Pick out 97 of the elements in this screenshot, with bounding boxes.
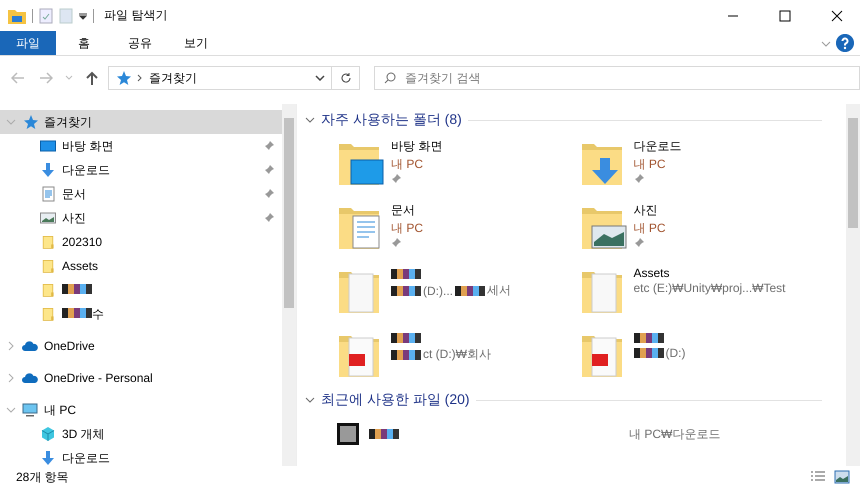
redacted-text	[455, 286, 485, 296]
nav-label: 사진	[62, 210, 87, 226]
nav-label: 다운로드	[62, 162, 111, 178]
nav-item[interactable]: OneDrive - Personal	[0, 366, 282, 390]
expand-chevron-icon[interactable]	[6, 117, 16, 127]
nav-item[interactable]: 다운로드	[0, 158, 282, 182]
back-arrow-icon	[11, 72, 25, 84]
scrollbar[interactable]	[282, 104, 296, 466]
folder-tile[interactable]: (D:)... 세서	[337, 266, 580, 316]
properties-icon[interactable]	[39, 8, 53, 24]
ribbon-tab[interactable]: 보기	[168, 31, 224, 55]
folder-tile[interactable]: 다운로드 내 PC	[580, 138, 822, 188]
nav-label: 3D 개체	[62, 426, 106, 442]
redacted-text	[634, 348, 664, 358]
dropdown-icon[interactable]	[315, 75, 325, 81]
folder-location: 내 PC	[634, 156, 666, 173]
ribbon-tab[interactable]: 홈	[56, 31, 112, 55]
nav-label: 문서	[62, 186, 87, 202]
nav-item[interactable]: 사진	[0, 206, 282, 230]
refresh-button[interactable]	[332, 66, 360, 90]
folder-location: 내 PC	[391, 220, 424, 237]
close-icon	[831, 10, 843, 22]
folder-tile[interactable]: ct (D:)₩회사	[337, 330, 580, 380]
ribbon-tab[interactable]: 파일	[0, 31, 56, 55]
scrollbar[interactable]	[846, 104, 860, 466]
folder-name: 사진	[634, 202, 658, 219]
nav-item[interactable]: 수	[0, 302, 282, 326]
nav-item[interactable]: 다운로드	[0, 446, 282, 466]
nav-item[interactable]: 내 PC	[0, 398, 282, 422]
folder-tile[interactable]: 바탕 화면 내 PC	[337, 138, 580, 188]
star-icon	[22, 114, 38, 130]
nav-item[interactable]: Assets	[0, 254, 282, 278]
folder-icon	[40, 234, 56, 250]
computer-icon	[22, 402, 38, 418]
nav-label: Assets	[62, 259, 100, 273]
star-icon	[115, 70, 131, 86]
folder-icon	[40, 306, 56, 322]
search-icon	[384, 72, 396, 84]
folder-tile[interactable]: (D:)	[580, 330, 822, 380]
folder-icon	[40, 258, 56, 274]
nav-label: 202310	[62, 235, 104, 249]
nav-label: 즐겨찾기	[44, 114, 93, 130]
down-arrow-icon	[40, 162, 56, 178]
file-thumbnail	[337, 423, 359, 445]
large-icons-view-icon[interactable]	[834, 470, 850, 484]
nav-item[interactable]: 3D 개체	[0, 422, 282, 446]
nav-label: OneDrive - Personal	[44, 371, 154, 385]
nav-label: OneDrive	[44, 339, 96, 353]
section-header[interactable]: 최근에 사용한 파일 (20)	[321, 391, 470, 409]
expand-chevron-icon[interactable]	[6, 405, 16, 415]
folder-tile[interactable]: 문서 내 PC	[337, 202, 580, 252]
nav-item[interactable]: 즐겨찾기	[0, 110, 282, 134]
maximize-icon	[779, 10, 791, 22]
folder-location: etc (E:)₩Unity₩proj...₩Test	[634, 281, 786, 295]
folder-location: 내 PC	[391, 156, 424, 173]
search-field[interactable]: 즐겨찾기 검색	[374, 66, 860, 90]
folder-location: ct (D:)₩회사	[423, 346, 491, 363]
redacted-text	[391, 350, 421, 360]
address-bar[interactable]: 즐겨찾기	[108, 66, 332, 90]
folder-name: 다운로드	[634, 138, 682, 155]
cube-icon	[40, 426, 56, 442]
section-header[interactable]: 자주 사용하는 폴더 (8)	[321, 111, 462, 129]
folder-name: Assets	[634, 266, 671, 280]
item-count: 28개 항목	[16, 468, 69, 484]
dropdown-icon[interactable]	[79, 12, 87, 20]
monitor-icon	[40, 138, 56, 154]
nav-label: 다운로드	[62, 450, 111, 466]
refresh-icon	[340, 72, 352, 84]
ribbon-tab[interactable]: 공유	[112, 31, 168, 55]
folder-location: 내 PC	[634, 220, 666, 237]
folder-icon	[40, 282, 56, 298]
breadcrumb-chevron-icon[interactable]	[137, 74, 143, 82]
forward-arrow-icon	[39, 72, 53, 84]
nav-item[interactable]: 202310	[0, 230, 282, 254]
nav-label: 내 PC	[44, 402, 78, 418]
redacted-text	[391, 286, 421, 296]
nav-item[interactable]: 바탕 화면	[0, 134, 282, 158]
folder-location: (D:)	[666, 346, 686, 360]
help-icon[interactable]	[836, 34, 854, 52]
nav-item[interactable]: OneDrive	[0, 334, 282, 358]
nav-item[interactable]: 문서	[0, 182, 282, 206]
window-title: 파일 탐색기	[104, 7, 168, 24]
folder-location-fragment: 세서	[487, 282, 511, 299]
chevron-down-icon	[65, 75, 73, 81]
file-location: 내 PC₩다운로드	[629, 426, 720, 442]
nav-label: 바탕 화면	[62, 138, 114, 154]
up-arrow-icon	[86, 71, 98, 85]
folder-tile[interactable]: 사진 내 PC	[580, 202, 822, 252]
down-arrow-icon	[40, 450, 56, 466]
picture-icon	[40, 210, 56, 226]
folder-name: 문서	[391, 202, 416, 219]
nav-label-fragment: 수	[92, 306, 104, 320]
document-icon	[40, 186, 56, 202]
folder-tile[interactable]: Assets etc (E:)₩Unity₩proj...₩Test	[580, 266, 822, 316]
folder-name: 바탕 화면	[391, 138, 442, 155]
folder-icon[interactable]	[8, 8, 26, 24]
folder-location: (D:)...	[423, 284, 453, 298]
